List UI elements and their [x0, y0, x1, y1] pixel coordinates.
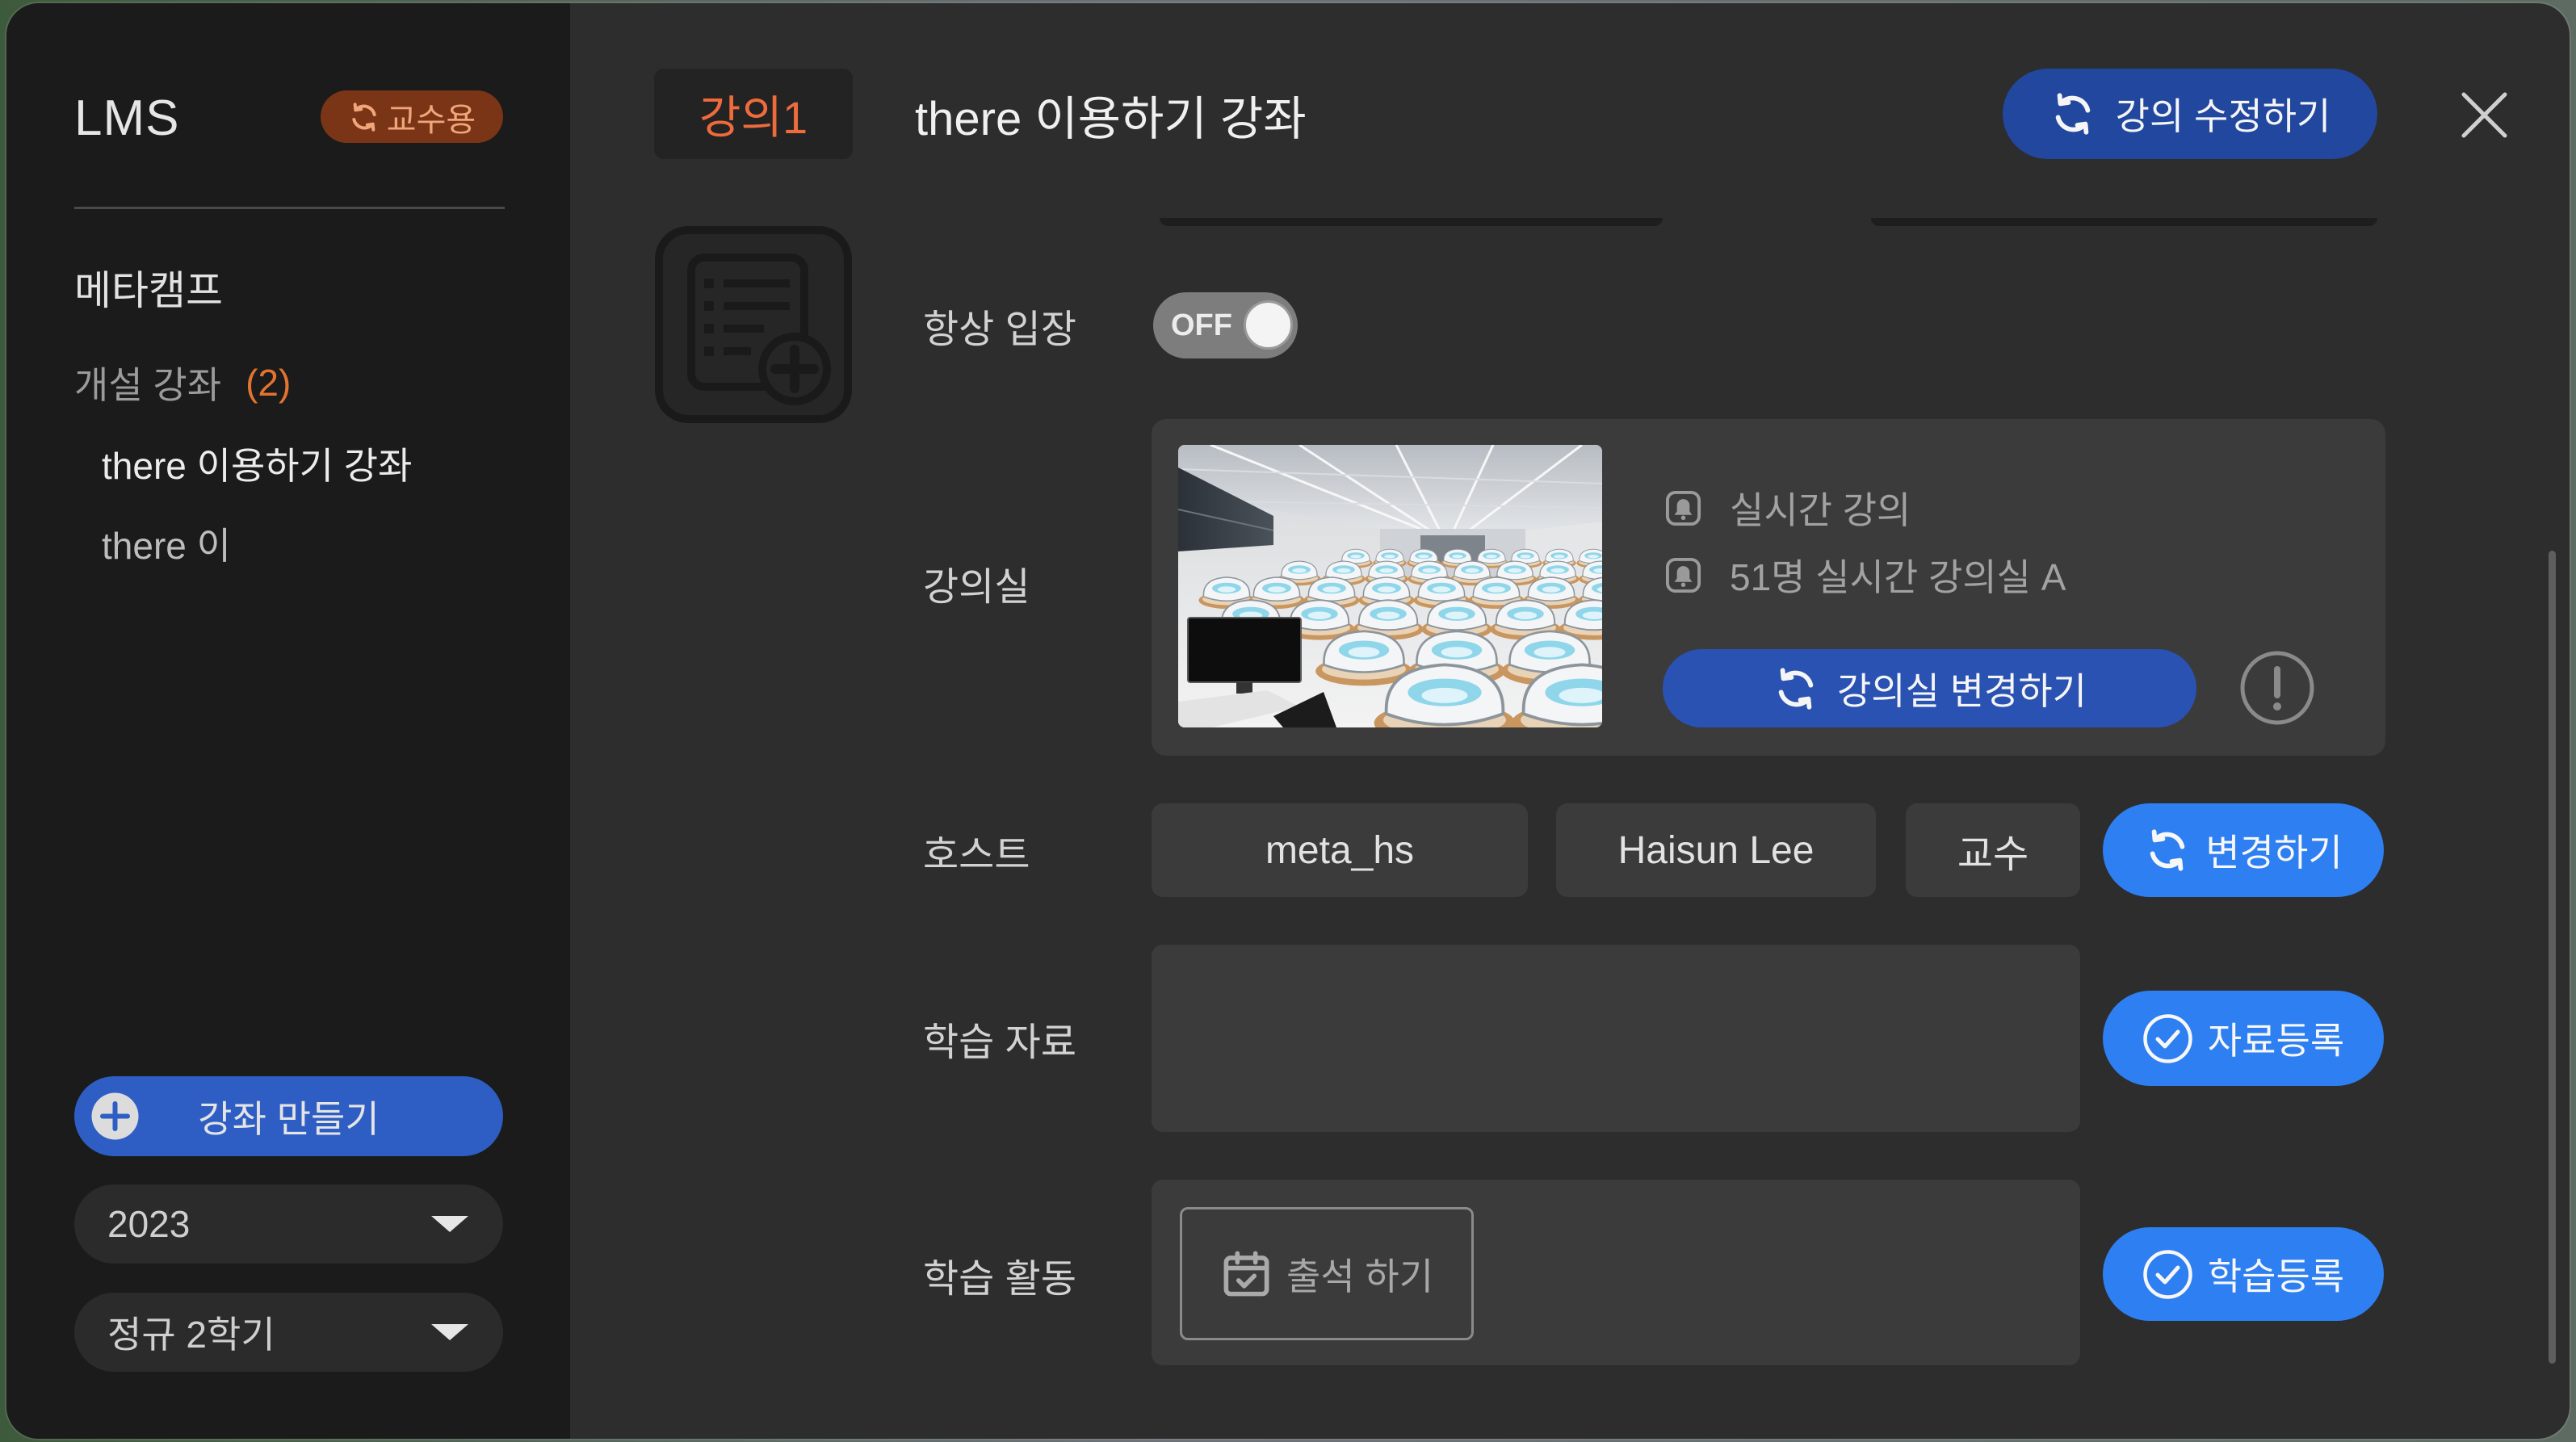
scrolled-field-edge [1871, 218, 2377, 226]
bell-icon [1664, 556, 1702, 594]
activities-list: 출석 하기 [1152, 1180, 2080, 1365]
sidebar-course-item[interactable]: there 이용하기 강좌 [102, 439, 412, 488]
check-circle-icon [2142, 1013, 2193, 1064]
term-select[interactable]: 정규 2학기 [74, 1293, 503, 1372]
caret-down-icon [431, 1324, 468, 1340]
classroom-room-text: 51명 실시간 강의실 A [1730, 556, 2066, 598]
lecture-tab[interactable]: 강의1 [654, 69, 853, 159]
page-title: there 이용하기 강좌 [915, 93, 1307, 145]
register-materials-button[interactable]: 자료등록 [2103, 991, 2384, 1086]
classroom-thumbnail [1178, 445, 1602, 727]
register-activity-button[interactable]: 학습등록 [2103, 1227, 2384, 1321]
list-add-icon [654, 225, 853, 424]
materials-list [1152, 945, 2080, 1132]
org-name: 메타캠프 [74, 268, 223, 313]
attendance-button[interactable]: 출석 하기 [1180, 1207, 1474, 1340]
register-materials-label: 자료등록 [2207, 1020, 2345, 1062]
plus-circle-icon [90, 1092, 140, 1141]
edit-lecture-label: 강의 수정하기 [2115, 95, 2331, 137]
caret-down-icon [431, 1216, 468, 1232]
host-role-field: 교수 [1906, 803, 2080, 897]
open-courses-label: 개설 강좌 [74, 364, 222, 406]
toggle-knob [1244, 300, 1293, 350]
year-select-value: 2023 [107, 1203, 191, 1245]
materials-label: 학습 자료 [923, 1021, 1076, 1064]
change-classroom-button[interactable]: 강의실 변경하기 [1663, 649, 2196, 727]
scrolled-field-edge [1160, 218, 1663, 226]
create-course-label: 강좌 만들기 [198, 1097, 380, 1140]
create-course-button[interactable]: 강좌 만들기 [74, 1076, 503, 1156]
always-enter-label: 항상 입장 [923, 308, 1076, 351]
calendar-check-icon [1219, 1247, 1273, 1301]
term-select-value: 정규 2학기 [107, 1314, 275, 1356]
change-host-button[interactable]: 변경하기 [2103, 803, 2384, 897]
host-label: 호스트 [923, 834, 1030, 877]
refresh-icon [348, 101, 380, 133]
year-select[interactable]: 2023 [74, 1184, 503, 1264]
content-scrollbar[interactable] [2549, 551, 2556, 1364]
host-id-field: meta_hs [1152, 803, 1528, 897]
alert-circle-icon[interactable] [2239, 650, 2315, 726]
always-enter-toggle[interactable]: OFF [1153, 292, 1298, 358]
lms-modal: LMS 교수용 메타캠프 개설 강좌 (2) there 이용하기 강좌 the… [6, 3, 2570, 1439]
refresh-icon [1773, 665, 1819, 712]
edit-lecture-button[interactable]: 강의 수정하기 [2003, 69, 2377, 159]
sidebar-course-item[interactable]: there 이 [102, 519, 231, 568]
role-badge: 교수용 [321, 90, 503, 143]
attendance-label: 출석 하기 [1286, 1255, 1434, 1297]
app-title: LMS [74, 90, 180, 146]
classroom-type-row: 실시간 강의 [1664, 484, 1911, 532]
role-badge-label: 교수용 [386, 102, 476, 138]
activities-label: 학습 활동 [923, 1258, 1076, 1301]
bell-icon [1664, 489, 1702, 527]
open-courses-heading: 개설 강좌 (2) [74, 358, 291, 407]
toggle-state-text: OFF [1171, 308, 1232, 342]
change-host-label: 변경하기 [2205, 832, 2343, 874]
host-name-field: Haisun Lee [1556, 803, 1876, 897]
refresh-icon [2144, 827, 2191, 874]
classroom-type-text: 실시간 강의 [1730, 489, 1911, 531]
sidebar: LMS 교수용 메타캠프 개설 강좌 (2) there 이용하기 강좌 the… [6, 3, 570, 1439]
classroom-label: 강의실 [923, 566, 1030, 609]
classroom-panel: 실시간 강의 51명 실시간 강의실 A 강의실 변경하기 [1152, 419, 2385, 756]
refresh-icon [2049, 90, 2096, 137]
register-activity-label: 학습등록 [2207, 1255, 2345, 1297]
classroom-room-row: 51명 실시간 강의실 A [1664, 551, 2066, 599]
lecture-tab-label: 강의1 [699, 91, 808, 143]
check-circle-icon [2142, 1249, 2193, 1300]
close-icon[interactable] [2460, 90, 2509, 140]
open-courses-count: (2) [245, 362, 292, 404]
change-classroom-label: 강의실 변경하기 [1836, 669, 2087, 712]
sidebar-divider [74, 207, 505, 209]
